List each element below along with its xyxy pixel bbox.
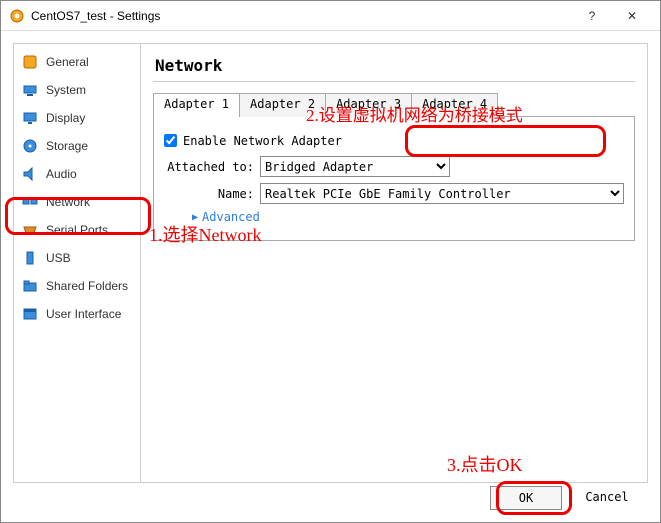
sidebar-item-label: USB xyxy=(46,251,71,265)
sidebar: General System Display Storage Audio xyxy=(13,43,141,483)
window-title: CentOS7_test - Settings xyxy=(31,9,572,23)
sidebar-item-label: User Interface xyxy=(46,307,121,321)
sidebar-item-label: Network xyxy=(46,195,90,209)
page-title: Network xyxy=(153,52,635,82)
sidebar-item-shared-folders[interactable]: Shared Folders xyxy=(14,272,140,300)
sidebar-item-label: Storage xyxy=(46,139,88,153)
enable-network-checkbox[interactable] xyxy=(164,134,177,147)
cancel-button[interactable]: Cancel xyxy=(572,486,642,508)
close-button[interactable]: ✕ xyxy=(612,2,652,30)
usb-icon xyxy=(22,250,38,266)
sidebar-item-user-interface[interactable]: User Interface xyxy=(14,300,140,328)
enable-network-label: Enable Network Adapter xyxy=(183,134,342,148)
serial-ports-icon xyxy=(22,222,38,238)
sidebar-item-label: Shared Folders xyxy=(46,279,128,293)
sidebar-item-label: Display xyxy=(46,111,85,125)
sidebar-item-audio[interactable]: Audio xyxy=(14,160,140,188)
name-label: Name: xyxy=(164,187,254,201)
general-icon xyxy=(22,54,38,70)
audio-icon xyxy=(22,166,38,182)
sidebar-item-label: System xyxy=(46,83,86,97)
sidebar-item-label: General xyxy=(46,55,89,69)
annotation-2-text: 2.设置虚拟机网络为桥接模式 xyxy=(306,101,523,126)
sidebar-item-serial-ports[interactable]: Serial Ports xyxy=(14,216,140,244)
attached-to-label: Attached to: xyxy=(164,160,254,174)
sidebar-item-label: Audio xyxy=(46,167,77,181)
footer: OK Cancel xyxy=(490,486,642,510)
help-button[interactable]: ? xyxy=(572,2,612,30)
network-icon xyxy=(22,194,38,210)
annotation-1-text: 1.选择Network xyxy=(149,221,261,247)
sidebar-item-usb[interactable]: USB xyxy=(14,244,140,272)
sidebar-item-system[interactable]: System xyxy=(14,76,140,104)
tab-adapter-1[interactable]: Adapter 1 xyxy=(153,93,240,117)
app-icon xyxy=(9,8,25,24)
display-icon xyxy=(22,110,38,126)
sidebar-item-network[interactable]: Network xyxy=(14,188,140,216)
sidebar-item-display[interactable]: Display xyxy=(14,104,140,132)
sidebar-item-storage[interactable]: Storage xyxy=(14,132,140,160)
system-icon xyxy=(22,82,38,98)
sidebar-item-label: Serial Ports xyxy=(46,223,108,237)
ok-button[interactable]: OK xyxy=(490,486,562,510)
titlebar: CentOS7_test - Settings ? ✕ xyxy=(1,1,660,31)
sidebar-item-general[interactable]: General xyxy=(14,48,140,76)
settings-window: CentOS7_test - Settings ? ✕ General Syst… xyxy=(0,0,661,523)
annotation-3-text: 3.点击OK xyxy=(447,451,523,477)
adapter-name-combo[interactable]: Realtek PCIe GbE Family Controller xyxy=(260,183,624,204)
attached-to-combo[interactable]: Bridged Adapter xyxy=(260,156,450,177)
user-interface-icon xyxy=(22,306,38,322)
shared-folders-icon xyxy=(22,278,38,294)
storage-icon xyxy=(22,138,38,154)
